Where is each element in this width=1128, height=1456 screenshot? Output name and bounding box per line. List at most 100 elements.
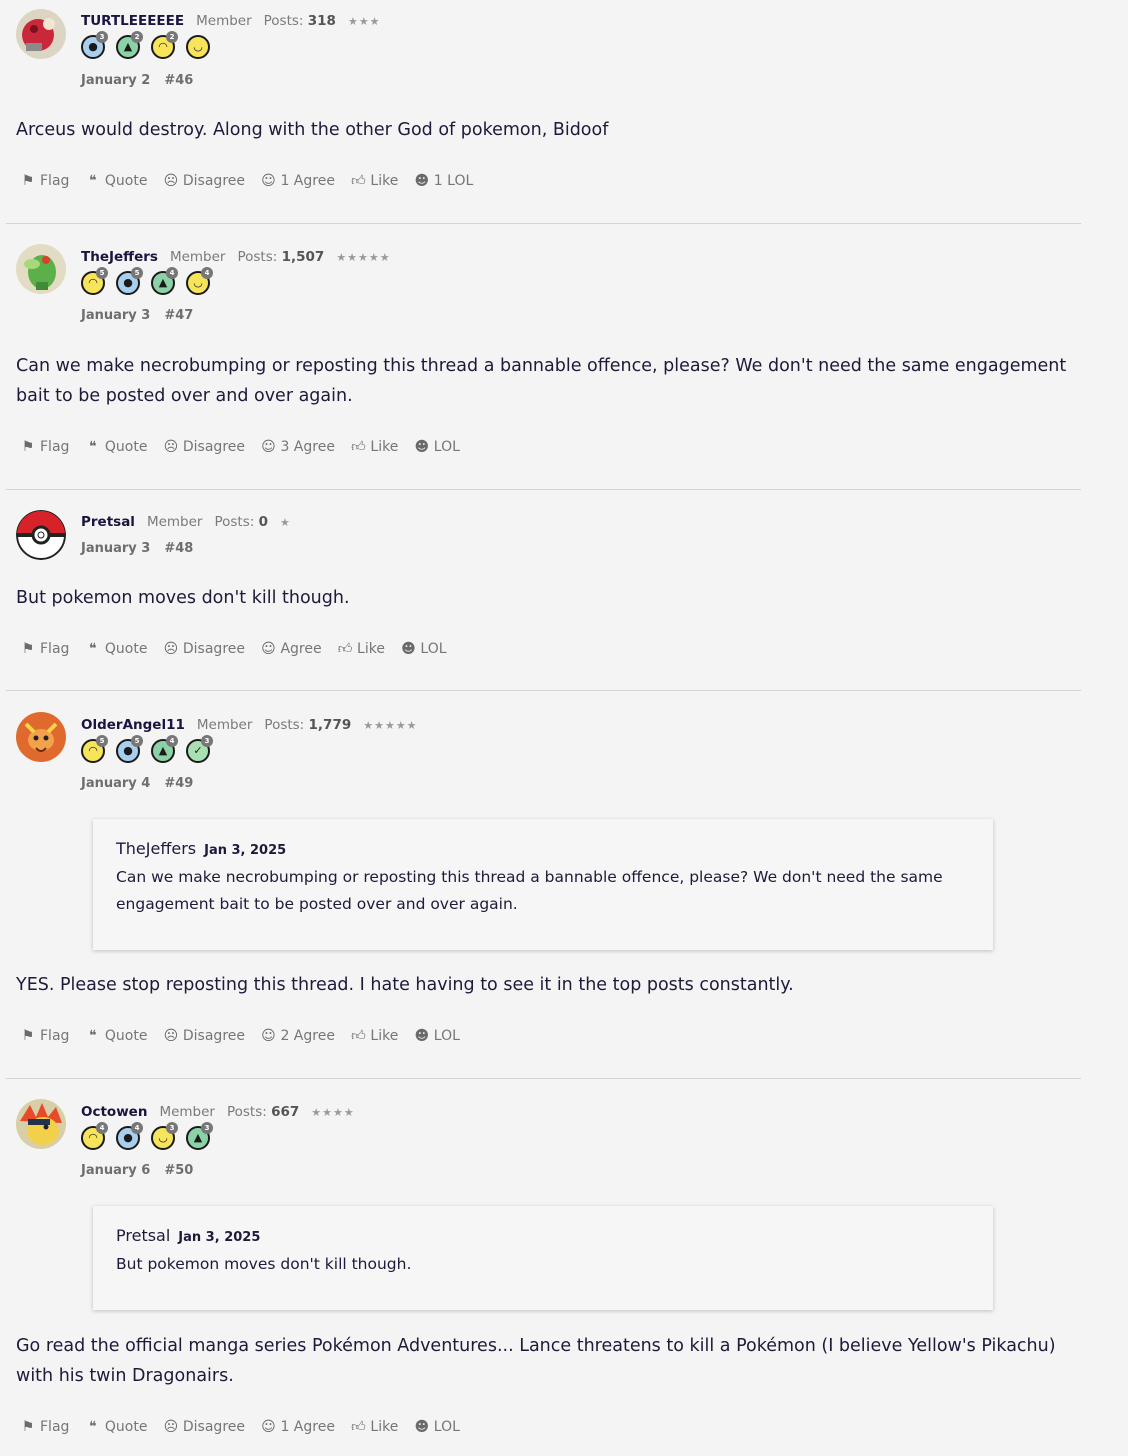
- avatar[interactable]: [16, 9, 66, 59]
- post-number[interactable]: #49: [164, 776, 193, 791]
- speech-bubble-icon: ● 5: [116, 267, 143, 295]
- user-role: Member: [196, 13, 252, 29]
- avatar[interactable]: [16, 712, 66, 762]
- agree-button[interactable]: ☺ 2 Agree: [260, 1028, 335, 1044]
- post-date[interactable]: January 2: [81, 73, 150, 88]
- posts-label: Posts:: [237, 249, 278, 265]
- disagree-button[interactable]: ☹ Disagree: [163, 173, 245, 189]
- post-count: 318: [307, 13, 336, 29]
- flag-icon: ⚑: [21, 1028, 35, 1044]
- post-number[interactable]: #50: [164, 1163, 193, 1178]
- avatar[interactable]: [16, 244, 66, 294]
- quote-date[interactable]: Jan 3, 2025: [204, 843, 286, 858]
- quote-text: But pokemon moves don't kill though.: [116, 1255, 412, 1273]
- lol-button[interactable]: ☻ 1 LOL: [414, 173, 473, 189]
- thumbs-up-icon: 👍︎: [351, 1028, 366, 1044]
- thumbs-up-icon: ▲ 3: [186, 1122, 213, 1150]
- username[interactable]: Octowen: [81, 1104, 147, 1120]
- quote-button[interactable]: ❝ Quote: [85, 1419, 147, 1435]
- smile-icon: ☺: [261, 1419, 276, 1435]
- laugh-icon: ☻: [414, 439, 430, 455]
- post-body: Can we make necrobumping or reposting th…: [16, 356, 1067, 406]
- flag-button[interactable]: ⚑ Flag: [20, 439, 70, 455]
- speech-bubble-icon: ● 5: [116, 735, 143, 763]
- post-divider: [6, 690, 1081, 691]
- like-button[interactable]: 👍︎ Like: [350, 172, 398, 189]
- post-number[interactable]: #46: [164, 73, 193, 88]
- like-button[interactable]: 👍︎ Like: [350, 1027, 398, 1044]
- laugh-face-icon: ◡ 4: [186, 267, 213, 295]
- post-meta: TheJeffers Member Posts: 1,507 ★★★★★: [81, 249, 391, 265]
- flag-icon: ⚑: [21, 439, 35, 455]
- post-number[interactable]: #47: [164, 308, 193, 323]
- agree-button[interactable]: ☺ 1 Agree: [260, 1419, 335, 1435]
- username[interactable]: TURTLEEEEEE: [81, 13, 184, 29]
- post-meta: TURTLEEEEEE Member Posts: 318 ★★★: [81, 13, 381, 29]
- smile-icon: ☺: [261, 173, 276, 189]
- smile-icon: ☺: [261, 439, 276, 455]
- flag-button[interactable]: ⚑ Flag: [20, 641, 70, 657]
- quote-block: Pretsal Jan 3, 2025 But pokemon moves don…: [93, 1206, 993, 1310]
- smile-icon: ☺: [261, 641, 276, 657]
- quote-button[interactable]: ❝ Quote: [85, 1028, 147, 1044]
- quote-button[interactable]: ❝ Quote: [85, 173, 147, 189]
- post-number[interactable]: #48: [164, 541, 193, 556]
- quote-icon: ❝: [89, 439, 97, 455]
- post-date[interactable]: January 3: [81, 541, 150, 556]
- quote-author[interactable]: Pretsal: [116, 1226, 170, 1245]
- thumbs-up-icon: ▲ 2: [116, 31, 143, 59]
- frown-icon: ☹: [163, 173, 179, 189]
- lol-button[interactable]: ☻ LOL: [400, 641, 446, 657]
- flag-button[interactable]: ⚑ Flag: [20, 173, 70, 189]
- like-button[interactable]: 👍︎ Like: [337, 640, 385, 657]
- avatar[interactable]: [16, 510, 66, 560]
- disagree-button[interactable]: ☹ Disagree: [163, 1028, 245, 1044]
- username[interactable]: OlderAngel11: [81, 717, 185, 733]
- quote-icon: ❝: [89, 1419, 97, 1435]
- laugh-face-icon: ◡: [186, 35, 210, 59]
- lol-button[interactable]: ☻ LOL: [414, 1419, 459, 1435]
- disagree-button[interactable]: ☹ Disagree: [163, 1419, 245, 1435]
- lol-button[interactable]: ☻ LOL: [414, 1028, 459, 1044]
- disagree-button[interactable]: ☹ Disagree: [163, 641, 245, 657]
- like-button[interactable]: 👍︎ Like: [350, 1418, 398, 1435]
- rank-stars: ★★★★: [311, 1106, 355, 1119]
- disagree-button[interactable]: ☹ Disagree: [163, 439, 245, 455]
- rank-stars: ★: [280, 516, 291, 529]
- wink-face-icon: ◠ 5: [81, 267, 108, 295]
- quote-icon: ❝: [89, 641, 97, 657]
- post-dateline: January 4 #49: [81, 776, 193, 791]
- post-date[interactable]: January 3: [81, 308, 150, 323]
- post-meta: Pretsal Member Posts: 0 ★: [81, 514, 291, 530]
- username[interactable]: TheJeffers: [81, 249, 158, 265]
- laugh-icon: ☻: [414, 1028, 430, 1044]
- posts-label: Posts:: [263, 13, 304, 29]
- quote-date[interactable]: Jan 3, 2025: [178, 1230, 260, 1245]
- quote-author[interactable]: TheJeffers: [116, 839, 196, 858]
- avatar[interactable]: [16, 1099, 66, 1149]
- agree-button[interactable]: ☺ 3 Agree: [260, 439, 335, 455]
- agree-button[interactable]: ☺ 1 Agree: [260, 173, 335, 189]
- flag-button[interactable]: ⚑ Flag: [20, 1028, 70, 1044]
- thumbs-up-icon: 👍︎: [337, 641, 353, 657]
- quote-button[interactable]: ❝ Quote: [85, 641, 147, 657]
- post-body: YES. Please stop reposting this thread. …: [16, 975, 794, 995]
- agree-button[interactable]: ☺ Agree: [260, 641, 321, 657]
- username[interactable]: Pretsal: [81, 514, 135, 530]
- smile-icon: ☺: [261, 1028, 276, 1044]
- lol-button[interactable]: ☻ LOL: [414, 439, 459, 455]
- quote-button[interactable]: ❝ Quote: [85, 439, 147, 455]
- flag-icon: ⚑: [21, 641, 35, 657]
- rank-stars: ★★★: [347, 15, 381, 28]
- like-button[interactable]: 👍︎ Like: [350, 438, 398, 455]
- thumbs-up-icon: 👍︎: [351, 173, 366, 189]
- flag-button[interactable]: ⚑ Flag: [20, 1419, 70, 1435]
- post-date[interactable]: January 6: [81, 1163, 150, 1178]
- post-meta: OlderAngel11 Member Posts: 1,779 ★★★★★: [81, 717, 418, 733]
- post-date[interactable]: January 4: [81, 776, 150, 791]
- user-role: Member: [169, 249, 226, 265]
- posts-label: Posts:: [264, 717, 305, 733]
- posts-label: Posts:: [226, 1104, 267, 1120]
- quote-header: TheJeffers Jan 3, 2025: [116, 839, 970, 858]
- post-dateline: January 2 #46: [81, 73, 193, 88]
